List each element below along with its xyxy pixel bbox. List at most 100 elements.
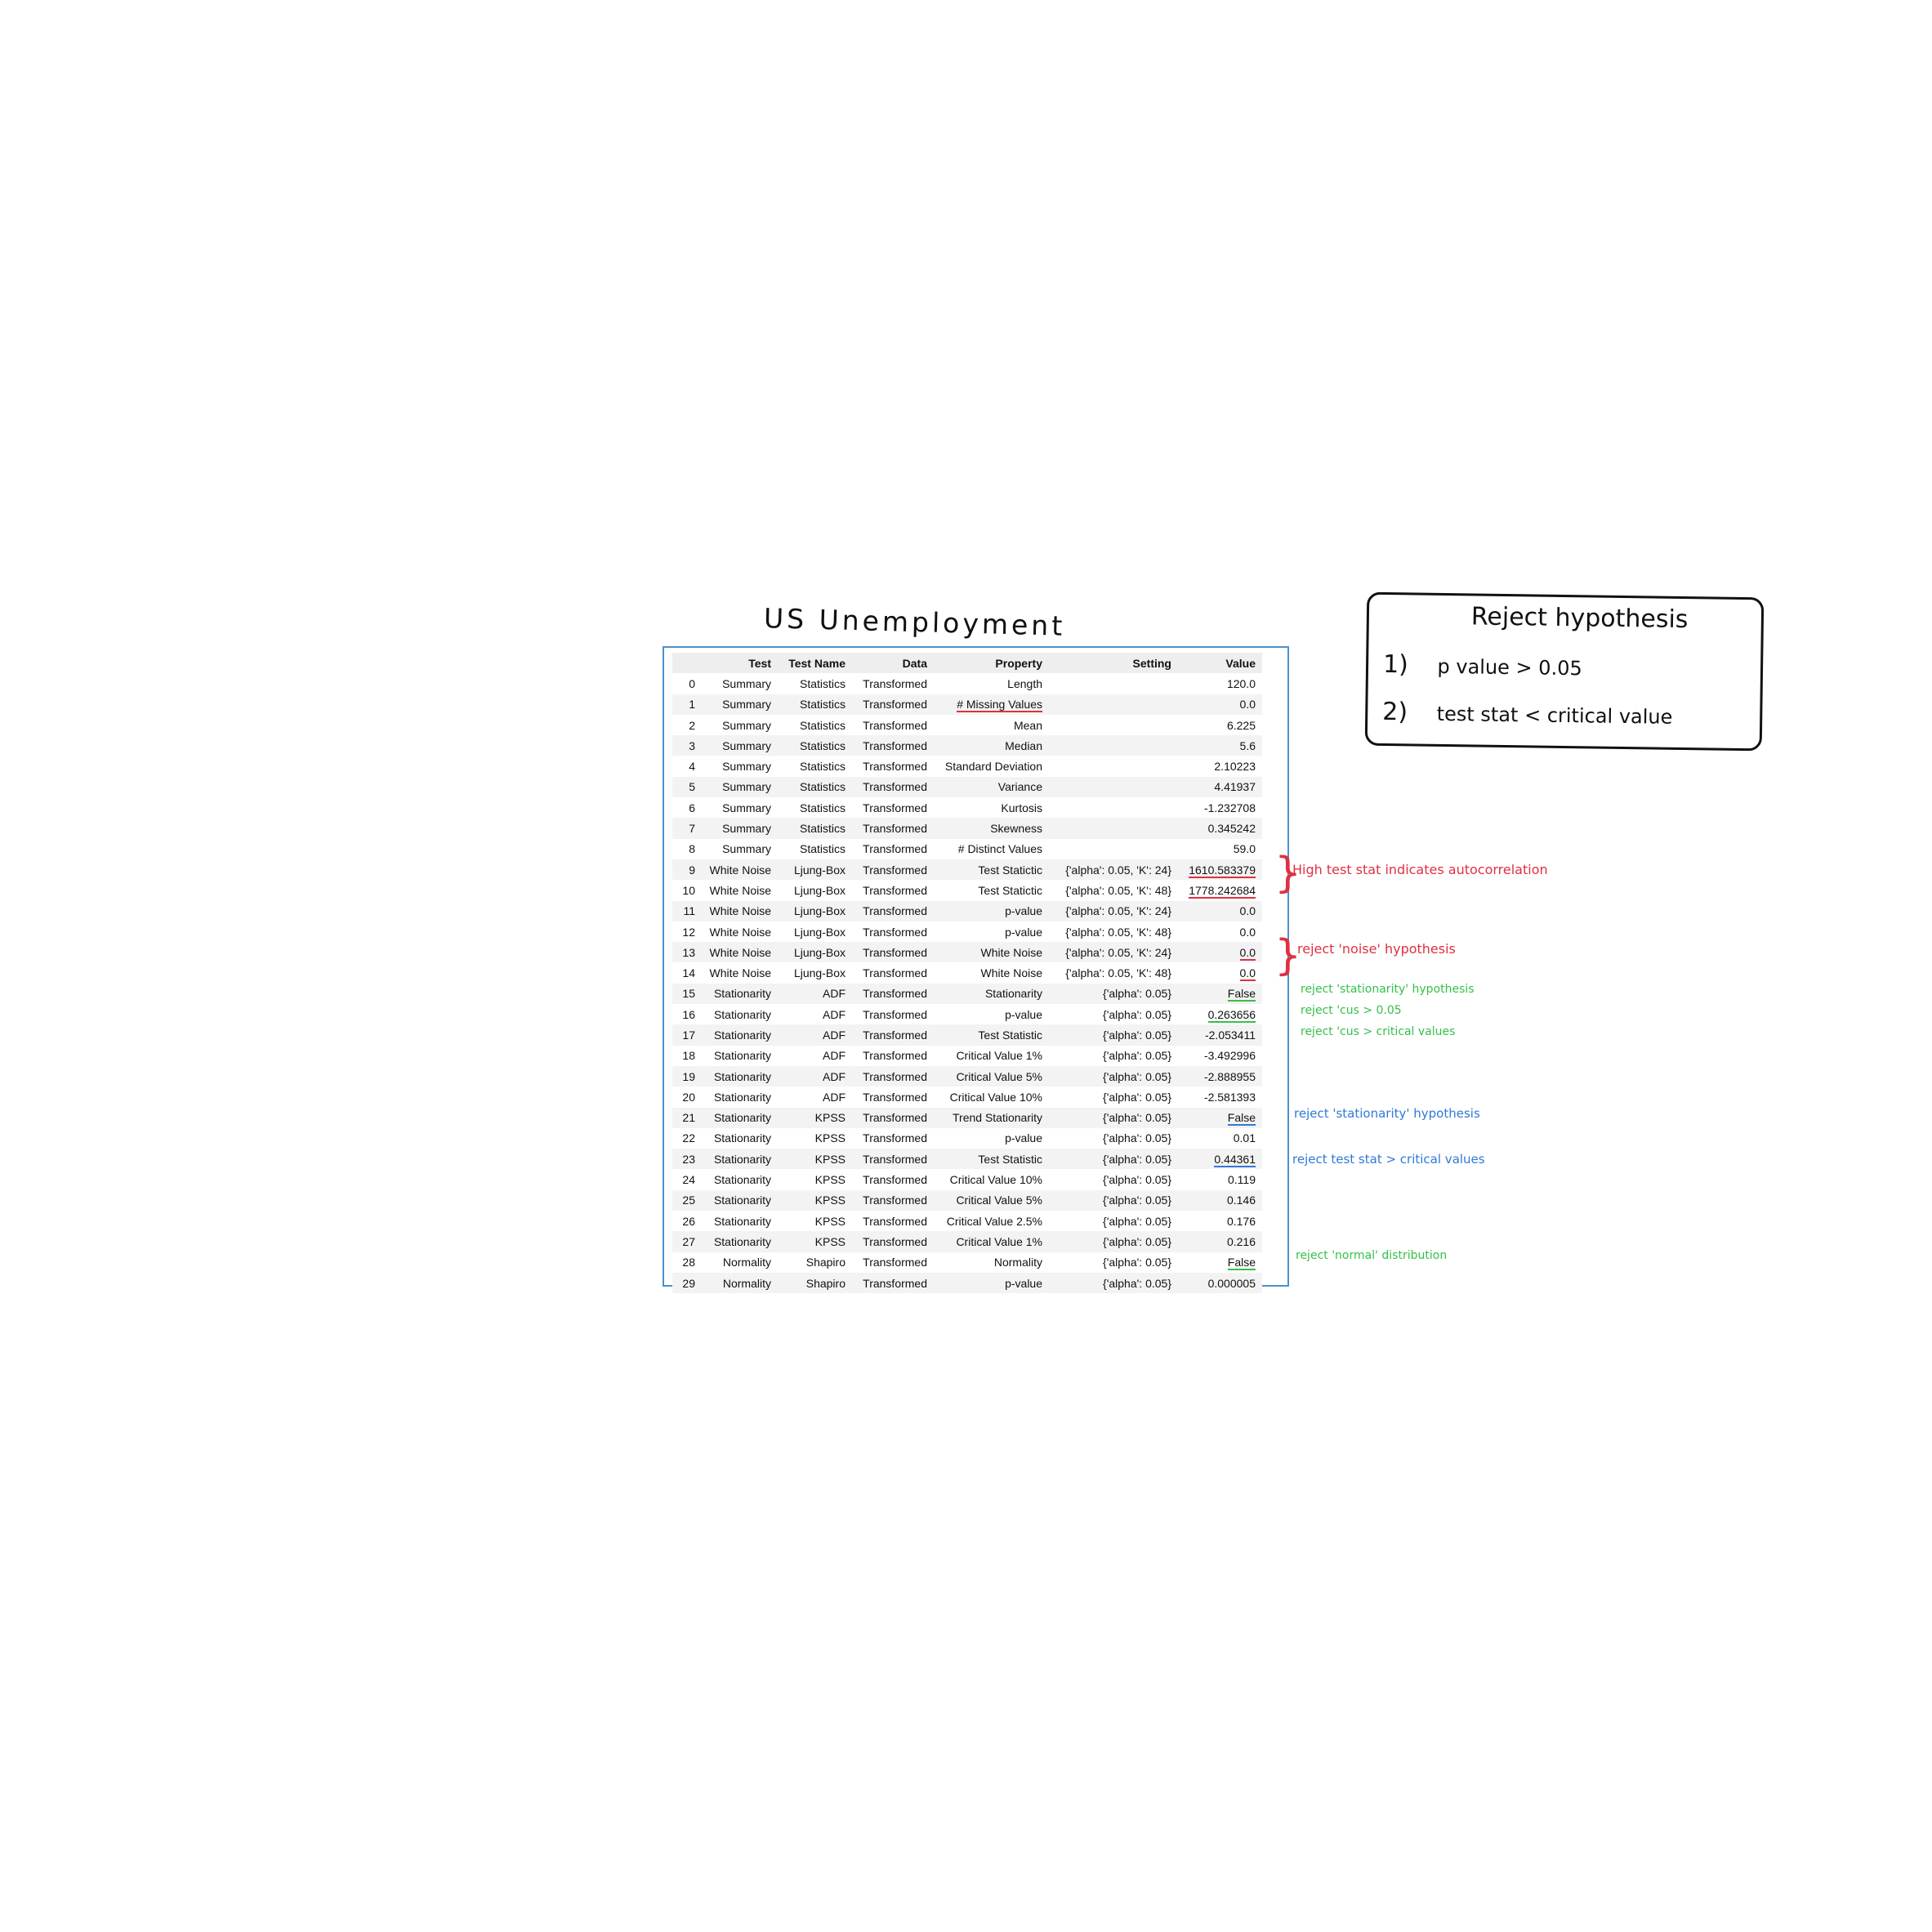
cell-property: Test Statistic — [927, 1149, 1042, 1169]
cell-data-text: Transformed — [863, 1007, 927, 1021]
cell-test: White Noise — [695, 880, 771, 900]
cell-data-text: Transformed — [863, 760, 927, 774]
cell-test-name: ADF — [771, 1046, 846, 1066]
cell-test-text: White Noise — [709, 945, 771, 959]
cell-data: Transformed — [846, 880, 927, 900]
cell-test: Summary — [695, 756, 771, 776]
cell-data: Transformed — [846, 797, 927, 818]
cell-setting-text: {'alpha': 0.05} — [1103, 1131, 1171, 1145]
cell-data: Transformed — [846, 735, 927, 756]
cell-data-text: Transformed — [863, 1049, 927, 1063]
cell-value-text: False — [1227, 1256, 1256, 1271]
cell-data-text: Transformed — [863, 1234, 927, 1248]
cell-test-name: Statistics — [771, 715, 846, 735]
cell-value-text: -3.492996 — [1203, 1049, 1256, 1063]
column-header-data: Data — [846, 653, 927, 674]
cell-setting: {'alpha': 0.05, 'K': 24} — [1042, 859, 1171, 880]
cell-setting — [1042, 797, 1171, 818]
cell-value-text: 0.216 — [1226, 1234, 1256, 1248]
cell-test-name: Ljung-Box — [771, 942, 846, 962]
cell-value: -2.053411 — [1171, 1024, 1262, 1045]
cell-index: 21 — [672, 1108, 695, 1128]
annotation-high-test-stat: High test stat indicates autocorrelation — [1292, 862, 1548, 877]
cell-value: 0.216 — [1171, 1231, 1262, 1252]
table-row: 7 Summary Statistics Transformed Skewness 0.3… — [672, 818, 1262, 839]
cell-setting — [1042, 715, 1171, 735]
cell-value-text: 0.0 — [1239, 698, 1256, 712]
cell-value: 0.263656 — [1171, 1004, 1262, 1024]
cell-value-text: -2.888955 — [1203, 1069, 1256, 1083]
cell-test-name-text: Statistics — [799, 780, 846, 794]
cell-setting-text: {'alpha': 0.05} — [1103, 1256, 1171, 1269]
cell-setting: {'alpha': 0.05, 'K': 24} — [1042, 942, 1171, 962]
cell-value: 0.0 — [1171, 694, 1262, 715]
cell-index-text: 11 — [683, 904, 695, 918]
cell-test-text: Summary — [722, 698, 771, 712]
table-row: 10 White Noise Ljung-Box Transformed Test St… — [672, 880, 1262, 900]
cell-property: p-value — [927, 1273, 1042, 1293]
cell-setting — [1042, 673, 1171, 694]
cell-index: 6 — [672, 797, 695, 818]
cell-test: Stationarity — [695, 1169, 771, 1189]
cell-data-text: Transformed — [863, 842, 927, 856]
cell-data-text: Transformed — [863, 822, 927, 836]
table-row: 11 White Noise Ljung-Box Transformed p-value… — [672, 900, 1262, 921]
cell-test-text: Stationarity — [713, 1007, 771, 1021]
cell-value-text: 0.119 — [1228, 1173, 1256, 1187]
cell-data: Transformed — [846, 1066, 927, 1086]
table-row: 14 White Noise Ljung-Box Transformed White N… — [672, 962, 1262, 983]
cell-data: Transformed — [846, 1128, 927, 1149]
cell-property-text: Variance — [997, 780, 1042, 794]
cell-data: Transformed — [846, 673, 927, 694]
cell-test: White Noise — [695, 901, 771, 921]
cell-test-name-text: ADF — [823, 1028, 846, 1042]
cell-test-name-text: KPSS — [814, 1194, 846, 1207]
cell-test-text: White Noise — [709, 883, 771, 897]
table-row: 24 Stationarity KPSS Transformed Critical Va… — [672, 1169, 1262, 1189]
cell-data-text: Transformed — [863, 1028, 927, 1042]
cell-value: 1610.583379 — [1171, 859, 1262, 880]
column-header-test: Test — [695, 653, 771, 674]
cell-setting-text: {'alpha': 0.05} — [1103, 1276, 1171, 1290]
cell-test: Stationarity — [695, 1231, 771, 1252]
cell-property: White Noise — [927, 942, 1042, 962]
cell-setting: {'alpha': 0.05} — [1042, 1046, 1171, 1066]
table-row: 12 White Noise Ljung-Box Transformed p-value… — [672, 921, 1262, 942]
cell-data-text: Transformed — [863, 987, 927, 1001]
cell-property-text: Critical Value 5% — [956, 1069, 1042, 1083]
cell-data: Transformed — [846, 1211, 927, 1231]
cell-test: Stationarity — [695, 1149, 771, 1169]
column-header-test-name: Test Name — [771, 653, 846, 674]
cell-data: Transformed — [846, 715, 927, 735]
cell-test-name: Ljung-Box — [771, 880, 846, 900]
cell-index-text: 16 — [682, 1007, 695, 1021]
cell-setting-text: {'alpha': 0.05} — [1103, 1007, 1171, 1021]
cell-property-text: p-value — [1005, 904, 1042, 918]
cell-index-text: 24 — [682, 1173, 695, 1187]
cell-test-name-text: Statistics — [799, 698, 846, 712]
cell-data: Transformed — [846, 694, 927, 715]
annotation-reject-critical: reject 'cus > critical values — [1301, 1025, 1456, 1038]
cell-property: Critical Value 1% — [927, 1046, 1042, 1066]
cell-index-text: 14 — [682, 966, 695, 980]
cell-data-text: Transformed — [863, 676, 927, 690]
cell-data: Transformed — [846, 756, 927, 776]
cell-test-name-text: KPSS — [814, 1111, 846, 1125]
cell-property-text: Skewness — [990, 822, 1042, 836]
cell-test-name: KPSS — [771, 1190, 846, 1211]
cell-test-name-text: ADF — [823, 1069, 846, 1083]
cell-test-name-text: ADF — [823, 987, 846, 1001]
cell-test-text: Summary — [722, 842, 771, 856]
cell-property: Critical Value 5% — [927, 1066, 1042, 1086]
cell-property-text: Normality — [993, 1256, 1042, 1269]
cell-test-name-text: Statistics — [799, 718, 846, 732]
cell-property: Standard Deviation — [927, 756, 1042, 776]
table-row: 2 Summary Statistics Transformed Mean 6.225 — [672, 715, 1262, 735]
cell-index: 14 — [672, 962, 695, 983]
cell-index: 2 — [672, 715, 695, 735]
cell-value: 0.345242 — [1171, 818, 1262, 838]
cell-index-text: 18 — [682, 1049, 695, 1063]
cell-test-name-text: ADF — [823, 1049, 846, 1063]
cell-setting: {'alpha': 0.05} — [1042, 1149, 1171, 1169]
cell-value-text: 0.345242 — [1207, 822, 1256, 836]
